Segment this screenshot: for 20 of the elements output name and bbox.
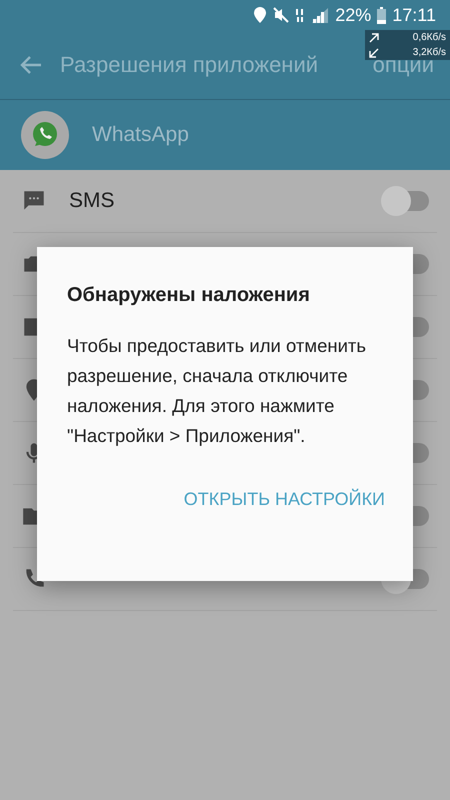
signal-icon [311, 7, 330, 23]
upload-speed: 0,6Кб/s [412, 32, 446, 43]
permission-label: SMS [69, 189, 116, 213]
dialog-message: Чтобы предоставить или отменить разрешение, сначала отключите наложения. Для этого нажмите "Настройки > Приложения". [67, 334, 368, 448]
permission-switch[interactable] [381, 186, 429, 216]
app-icon [20, 110, 70, 160]
mute-icon [273, 7, 290, 23]
upload-arrow-icon [369, 32, 379, 42]
data-icon [295, 7, 306, 23]
clock: 17:11 [392, 4, 436, 26]
screen-title: Разрешения приложений [60, 52, 320, 78]
battery-percent: 22% [335, 4, 372, 26]
download-arrow-icon [369, 48, 379, 58]
dialog-title: Обнаружены наложения [67, 284, 311, 307]
battery-icon [377, 6, 386, 24]
location-icon [253, 7, 268, 23]
open-settings-button[interactable]: ОТКРЫТЬ НАСТРОЙКИ [184, 489, 385, 510]
app-name: WhatsApp [92, 123, 189, 147]
download-speed: 3,2Кб/s [412, 47, 446, 58]
back-icon[interactable] [20, 54, 42, 74]
